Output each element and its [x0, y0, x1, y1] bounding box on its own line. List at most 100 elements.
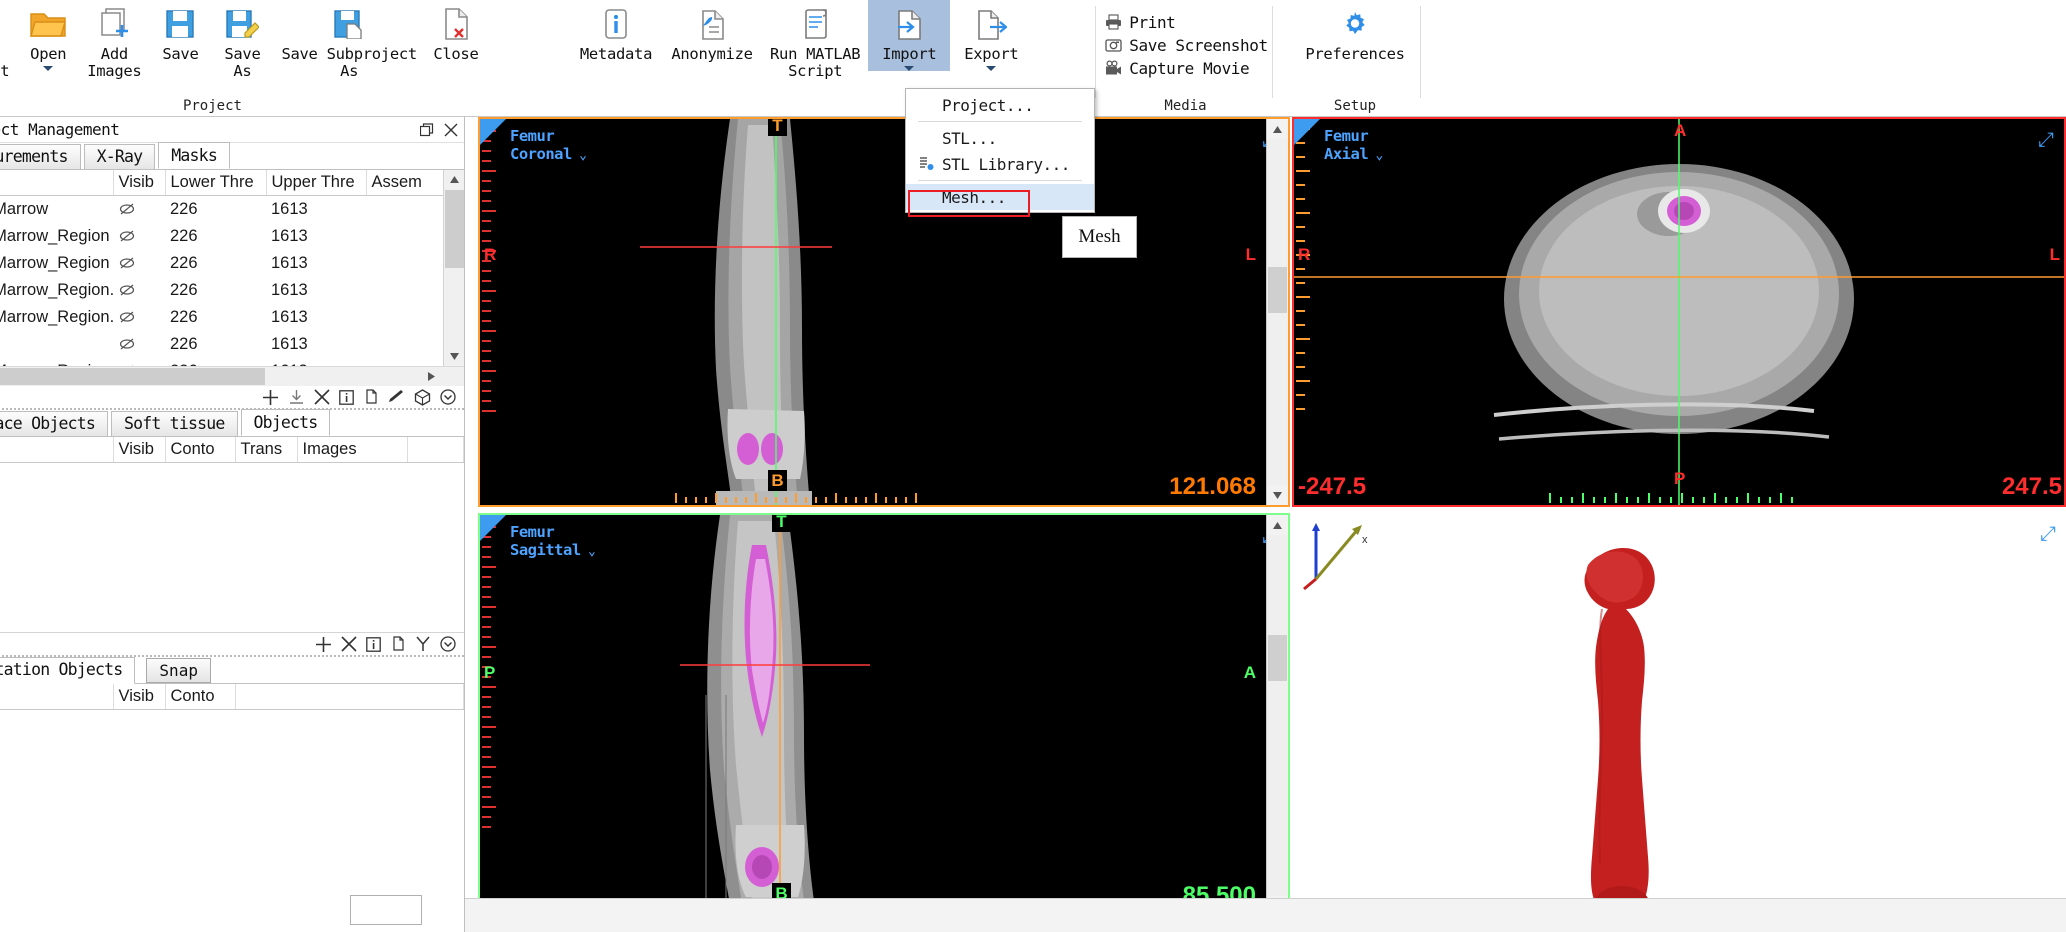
open-caret-icon[interactable]	[43, 65, 54, 71]
table-row[interactable]: Bone Marrow_Region... 226 1613 Fe	[0, 304, 443, 331]
save-button[interactable]: Save	[149, 0, 211, 63]
import-caret-icon[interactable]	[904, 65, 915, 71]
duplicate-icon[interactable]	[390, 636, 406, 652]
tab-soft-tissue[interactable]: Soft tissue	[111, 411, 238, 436]
table-row[interactable]: Bone Marrow_Region... 226 1613 Fe	[0, 277, 443, 304]
viewport-sagittal[interactable]: Femur Sagittal ⌄ ⤢ T B P A 85.500	[478, 513, 1290, 918]
sagittal-scroll-thumb[interactable]	[1268, 635, 1287, 681]
new-project-button[interactable]: New Project	[0, 0, 17, 79]
import-dropdown-menu[interactable]: Project... STL... STL Library... Mesh...	[905, 88, 1095, 213]
save-as-button[interactable]: Save As	[211, 0, 273, 79]
more-icon[interactable]	[440, 636, 456, 652]
status-input-box[interactable]	[350, 895, 422, 925]
import-project-menu-item[interactable]: Project...	[906, 92, 1094, 118]
objects-toolbar[interactable]	[0, 633, 464, 655]
mask-visibility-toggle[interactable]	[113, 331, 165, 358]
merge-icon[interactable]	[415, 636, 431, 652]
export-button[interactable]: Export	[950, 0, 1032, 71]
col-ann-contour[interactable]: Conto	[165, 684, 236, 710]
import-mask-icon[interactable]	[288, 389, 305, 406]
coronal-scroll-down-icon[interactable]	[1267, 485, 1288, 505]
masks-tab-row[interactable]: Measurements X-Ray Masks	[0, 142, 464, 170]
close-button[interactable]: Close	[425, 0, 487, 63]
col-lower-threshold[interactable]: Lower Thre	[165, 170, 267, 196]
plus-icon[interactable]	[315, 636, 332, 653]
delete-icon[interactable]	[314, 389, 330, 405]
preferences-button[interactable]: Preferences	[1293, 0, 1418, 63]
table-row[interactable]: Bone Marrow_Region B 226 1613 Fe	[0, 250, 443, 277]
tab-annotation-objects[interactable]: Annotation Objects	[0, 656, 136, 684]
coronal-scrollbar[interactable]	[1266, 119, 1288, 505]
objects-tab-row[interactable]: Surface Objects Soft tissue Objects	[0, 409, 464, 437]
hscroll-thumb[interactable]	[0, 368, 265, 385]
tab-masks[interactable]: Masks	[158, 142, 230, 169]
col-obj-visible[interactable]: Visib	[113, 437, 166, 463]
anonymize-button[interactable]: Anonymize	[662, 0, 762, 63]
import-stl-menu-item[interactable]: STL...	[906, 125, 1094, 151]
mask-visibility-toggle[interactable]	[113, 358, 165, 366]
save-subproject-as-button[interactable]: Save Subproject As	[273, 0, 424, 79]
import-button[interactable]: Import	[868, 0, 951, 71]
col-name[interactable]	[0, 170, 114, 196]
capture-movie-menu-item[interactable]: Capture Movie	[1103, 57, 1274, 80]
import-stl-library-menu-item[interactable]: STL Library...	[906, 151, 1094, 177]
calculate-3d-icon[interactable]	[414, 388, 431, 406]
mask-visibility-toggle[interactable]	[113, 277, 165, 304]
tab-surface-objects[interactable]: Surface Objects	[0, 411, 109, 436]
coronal-scroll-up-icon[interactable]	[1267, 119, 1288, 139]
col-upper-threshold[interactable]: Upper Thre	[266, 170, 367, 196]
snap-button[interactable]: Snap	[146, 657, 211, 683]
col-visible[interactable]: Visib	[113, 170, 166, 196]
col-obj-images[interactable]: Images	[297, 437, 408, 463]
info-icon[interactable]	[366, 636, 381, 652]
scroll-thumb[interactable]	[445, 190, 464, 268]
mask-visibility-toggle[interactable]	[113, 250, 165, 277]
sagittal-scroll-up-icon[interactable]	[1267, 515, 1288, 535]
table-row[interactable]: Bone Marrow_Region A 226 1613 Fe	[0, 223, 443, 250]
table-row[interactable]: Bone Marrow_Region... 226 1613 Fe	[0, 358, 443, 366]
masks-toolbar[interactable]	[0, 386, 464, 408]
axial-expand-icon[interactable]: ⤢	[2038, 127, 2054, 151]
masks-vertical-scrollbar[interactable]	[443, 170, 464, 366]
restore-icon[interactable]	[420, 122, 434, 137]
view3d-expand-icon[interactable]: ⤢	[2040, 521, 2056, 545]
viewport-axial[interactable]: Femur Axial ⌄ ⤢ A P R L -247.5 247.5	[1292, 117, 2066, 507]
table-row[interactable]: 226 1613 Fe	[0, 331, 443, 358]
edit-icon[interactable]	[388, 389, 405, 405]
scroll-down-arrow-icon[interactable]	[444, 347, 464, 366]
mask-visibility-toggle[interactable]	[113, 196, 165, 223]
tab-objects[interactable]: Objects	[240, 409, 331, 436]
viewport-3d[interactable]: x ⤢ CSDN @hanxuanzi	[1292, 513, 2066, 918]
col-ann-visible[interactable]: Visib	[113, 684, 166, 710]
open-button[interactable]: Open	[17, 0, 79, 71]
print-menu-item[interactable]: Print	[1103, 11, 1274, 34]
plus-icon[interactable]	[262, 389, 279, 406]
import-mesh-menu-item[interactable]: Mesh...	[906, 184, 1094, 210]
export-caret-icon[interactable]	[986, 65, 997, 71]
scroll-up-arrow-icon[interactable]	[444, 170, 464, 189]
col-obj-transparency[interactable]: Trans	[235, 437, 298, 463]
tab-xray[interactable]: X-Ray	[83, 144, 156, 169]
tab-measurements[interactable]: Measurements	[0, 144, 81, 169]
col-ann-name[interactable]	[0, 684, 114, 710]
add-images-button[interactable]: Add Images	[79, 0, 149, 79]
info-icon[interactable]	[339, 389, 354, 405]
annotation-tab-row[interactable]: Annotation Objects Snap	[0, 656, 464, 684]
col-obj-contour[interactable]: Conto	[165, 437, 236, 463]
delete-icon[interactable]	[341, 636, 357, 652]
sagittal-scrollbar[interactable]	[1266, 515, 1288, 916]
save-screenshot-menu-item[interactable]: Save Screenshot	[1103, 34, 1274, 57]
duplicate-icon[interactable]	[363, 389, 379, 405]
coronal-scroll-thumb[interactable]	[1268, 267, 1287, 313]
mask-visibility-toggle[interactable]	[113, 304, 165, 331]
metadata-button[interactable]: Metadata	[570, 0, 662, 63]
close-icon[interactable]	[444, 123, 458, 137]
masks-horizontal-scrollbar[interactable]	[0, 366, 464, 386]
mask-visibility-toggle[interactable]	[113, 223, 165, 250]
run-matlab-script-button[interactable]: Run MATLAB Script	[762, 0, 868, 79]
hscroll-right-arrow-icon[interactable]	[421, 367, 442, 386]
table-row[interactable]: Bone Marrow 226 1613 Fe	[0, 196, 443, 223]
viewport-coronal[interactable]: Femur Coronal ⌄ ⤢ T B R L 121.068	[478, 117, 1290, 507]
col-assembly[interactable]: Assem	[366, 170, 443, 196]
col-obj-name[interactable]	[0, 437, 114, 463]
